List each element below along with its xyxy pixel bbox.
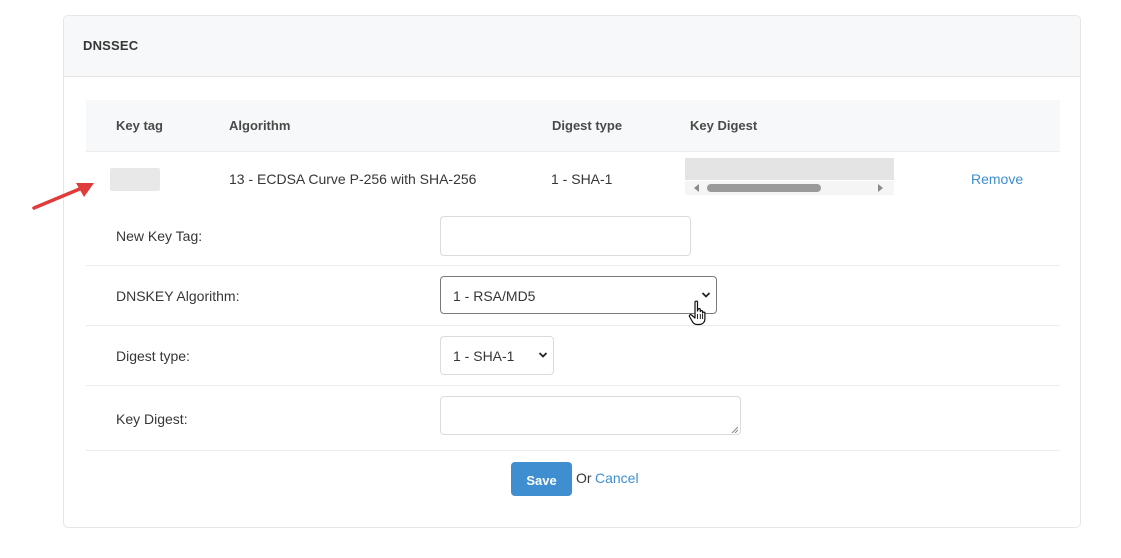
algorithm-cell: 13 - ECDSA Curve P-256 with SHA-256	[229, 171, 477, 187]
column-header-algorithm: Algorithm	[229, 118, 291, 133]
row-divider	[86, 450, 1060, 451]
hand-pointer-icon	[688, 300, 706, 326]
or-text: Or	[576, 470, 592, 486]
cancel-link[interactable]: Cancel	[595, 470, 639, 486]
row-divider	[86, 265, 1060, 266]
scroll-left-arrow-icon[interactable]	[694, 184, 699, 192]
dnskey-algorithm-label: DNSKEY Algorithm:	[116, 288, 240, 304]
key-digest-scrollbar[interactable]	[685, 181, 894, 195]
dnskey-algorithm-selected-value: 1 - RSA/MD5	[453, 288, 536, 304]
row-divider	[86, 325, 1060, 326]
digest-type-label: Digest type:	[116, 348, 190, 364]
digest-type-selected-value: 1 - SHA-1	[453, 348, 515, 364]
chevron-down-icon	[538, 352, 548, 358]
dnskey-algorithm-select[interactable]: 1 - RSA/MD5	[440, 276, 717, 314]
chevron-down-icon	[701, 292, 711, 298]
card-header: DNSSEC	[64, 16, 1080, 77]
table-header: Key tag Algorithm Digest type Key Digest	[86, 100, 1060, 152]
scroll-right-arrow-icon[interactable]	[878, 184, 883, 192]
key-digest-redacted	[685, 158, 894, 180]
scroll-thumb[interactable]	[707, 184, 821, 192]
key-digest-label: Key Digest:	[116, 411, 188, 427]
key-tag-redacted	[110, 168, 160, 191]
new-key-tag-label: New Key Tag:	[116, 228, 203, 244]
section-title: DNSSEC	[83, 38, 139, 53]
row-divider	[86, 385, 1060, 386]
resize-grip-icon[interactable]	[731, 426, 738, 433]
save-button[interactable]: Save	[511, 462, 572, 496]
digest-type-select[interactable]: 1 - SHA-1	[440, 336, 554, 375]
column-header-digest-type: Digest type	[552, 118, 623, 133]
dnssec-card: DNSSEC Key tag Algorithm Digest type Key…	[63, 15, 1081, 528]
digest-type-cell: 1 - SHA-1	[551, 171, 613, 187]
key-digest-textarea[interactable]	[440, 396, 741, 435]
column-header-key-tag: Key tag	[116, 118, 163, 133]
remove-link[interactable]: Remove	[971, 171, 1023, 187]
red-arrow-icon	[32, 183, 94, 210]
new-key-tag-input[interactable]	[440, 216, 691, 256]
column-header-key-digest: Key Digest	[690, 118, 758, 133]
